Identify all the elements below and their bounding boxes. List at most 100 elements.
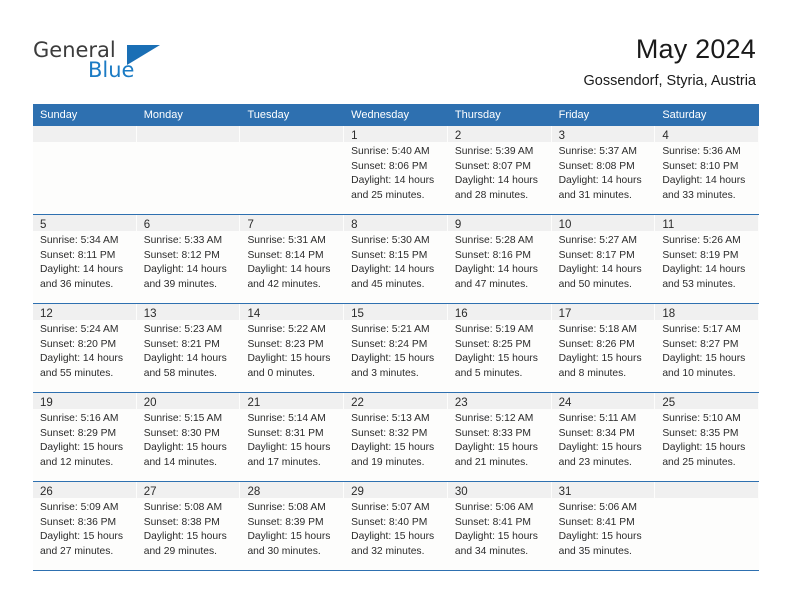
day-info-line: and 10 minutes. xyxy=(662,367,736,379)
day-number-band: 22 xyxy=(344,393,447,409)
day-number: 7 xyxy=(247,219,254,231)
day-cell-20[interactable]: 20 Sunrise: 5:15 AM Sunset: 8:30 PM Dayligh… xyxy=(136,393,241,481)
day-number: 14 xyxy=(247,308,261,320)
day-number: 17 xyxy=(558,308,572,320)
day-info-line: Daylight: 15 hours xyxy=(143,531,227,543)
day-cell-14[interactable]: 14 Sunrise: 5:22 AM Sunset: 8:23 PM Dayligh… xyxy=(240,304,345,392)
day-sun-info: Sunrise: 5:07 AM Sunset: 8:40 PM Daylight:… xyxy=(344,498,447,559)
day-cell-6[interactable]: 6 Sunrise: 5:33 AM Sunset: 8:12 PM Daylight… xyxy=(136,215,241,303)
day-info-line: Daylight: 14 hours xyxy=(454,175,538,187)
day-sun-info: Sunrise: 5:27 AM Sunset: 8:17 PM Daylight:… xyxy=(552,231,655,292)
day-cell-3[interactable]: 3 Sunrise: 5:37 AM Sunset: 8:08 PM Daylight… xyxy=(551,126,656,214)
weekday-header-saturday: Saturday xyxy=(662,109,707,121)
day-cell-15[interactable]: 15 Sunrise: 5:21 AM Sunset: 8:24 PM Dayligh… xyxy=(344,304,448,392)
day-cell-29[interactable]: 29 Sunrise: 5:07 AM Sunset: 8:40 PM Dayligh… xyxy=(344,482,448,570)
day-info-line: Sunrise: 5:06 AM xyxy=(454,502,534,513)
brand-logo[interactable]: General Blue xyxy=(33,38,193,88)
day-info-line: Daylight: 15 hours xyxy=(40,442,123,454)
day-info-line: and 27 minutes. xyxy=(40,545,114,557)
day-cell-11[interactable]: 11 Sunrise: 5:26 AM Sunset: 8:19 PM Dayligh… xyxy=(655,215,760,303)
day-info-line: Sunset: 8:19 PM xyxy=(662,249,739,261)
day-info-line: Sunset: 8:31 PM xyxy=(247,427,324,439)
day-info-line: Daylight: 15 hours xyxy=(247,442,331,454)
day-sun-info: Sunrise: 5:36 AM Sunset: 8:10 PM Daylight:… xyxy=(655,142,758,203)
day-cell-5[interactable]: 5 Sunrise: 5:34 AM Sunset: 8:11 PM Daylight… xyxy=(33,215,137,303)
day-cell-22[interactable]: 22 Sunrise: 5:13 AM Sunset: 8:32 PM Dayligh… xyxy=(344,393,448,481)
day-info-line: Sunrise: 5:26 AM xyxy=(662,235,741,246)
day-info-line: Sunset: 8:10 PM xyxy=(662,160,739,172)
day-info-line: and 17 minutes. xyxy=(247,456,321,468)
day-cell-27[interactable]: 27 Sunrise: 5:08 AM Sunset: 8:38 PM Dayligh… xyxy=(136,482,241,570)
calendar-page: General Blue May 2024 Gossendorf, Styria… xyxy=(0,0,792,612)
day-info-line: and 0 minutes. xyxy=(247,367,315,379)
day-info-line: and 28 minutes. xyxy=(454,189,529,201)
day-cell-17[interactable]: 17 Sunrise: 5:18 AM Sunset: 8:26 PM Dayligh… xyxy=(551,304,656,392)
day-info-line: Sunset: 8:30 PM xyxy=(143,427,220,439)
day-cell-16[interactable]: 16 Sunrise: 5:19 AM Sunset: 8:25 PM Dayligh… xyxy=(447,304,552,392)
day-info-line: and 14 minutes. xyxy=(143,456,217,468)
day-number-band: 20 xyxy=(136,393,240,409)
day-info-line: and 50 minutes. xyxy=(558,278,632,290)
day-cell-19[interactable]: 19 Sunrise: 5:16 AM Sunset: 8:29 PM Dayligh… xyxy=(33,393,137,481)
day-cell-2[interactable]: 2 Sunrise: 5:39 AM Sunset: 8:07 PM Daylight… xyxy=(447,126,552,214)
page-title: May 2024 xyxy=(635,34,756,64)
day-info-line: Daylight: 15 hours xyxy=(247,353,331,365)
day-info-line: Sunrise: 5:09 AM xyxy=(40,502,119,513)
day-cell-24[interactable]: 24 Sunrise: 5:11 AM Sunset: 8:34 PM Dayligh… xyxy=(551,393,656,481)
day-sun-info: Sunrise: 5:39 AM Sunset: 8:07 PM Daylight:… xyxy=(448,142,551,203)
day-info-line: Daylight: 15 hours xyxy=(247,531,331,543)
day-number: 5 xyxy=(40,219,47,231)
day-cell-10[interactable]: 10 Sunrise: 5:27 AM Sunset: 8:17 PM Dayligh… xyxy=(551,215,656,303)
weekday-header-wednesday: Wednesday xyxy=(351,109,410,121)
day-info-line: Daylight: 14 hours xyxy=(351,264,435,276)
day-number-band: 9 xyxy=(447,215,551,231)
day-info-line: and 53 minutes. xyxy=(662,278,736,290)
day-cell-9[interactable]: 9 Sunrise: 5:28 AM Sunset: 8:16 PM Daylight… xyxy=(447,215,552,303)
day-number-band: 2 xyxy=(447,126,551,142)
day-info-line: Daylight: 15 hours xyxy=(454,531,538,543)
day-cell-26[interactable]: 26 Sunrise: 5:09 AM Sunset: 8:36 PM Dayligh… xyxy=(33,482,137,570)
day-cell-7[interactable]: 7 Sunrise: 5:31 AM Sunset: 8:14 PM Daylight… xyxy=(240,215,345,303)
day-cell-30[interactable]: 30 Sunrise: 5:06 AM Sunset: 8:41 PM Dayligh… xyxy=(447,482,552,570)
day-info-line: Sunrise: 5:08 AM xyxy=(247,502,326,513)
brand-logo-blue-text: Blue xyxy=(88,58,135,82)
day-info-line: Sunrise: 5:17 AM xyxy=(662,324,741,335)
day-number: 23 xyxy=(454,397,468,409)
day-cell-13[interactable]: 13 Sunrise: 5:23 AM Sunset: 8:21 PM Dayligh… xyxy=(136,304,241,392)
day-sun-info: Sunrise: 5:31 AM Sunset: 8:14 PM Daylight:… xyxy=(240,231,343,292)
day-cell-21[interactable]: 21 Sunrise: 5:14 AM Sunset: 8:31 PM Dayligh… xyxy=(240,393,345,481)
day-sun-info: Sunrise: 5:30 AM Sunset: 8:15 PM Daylight:… xyxy=(344,231,447,292)
day-sun-info: Sunrise: 5:15 AM Sunset: 8:30 PM Daylight:… xyxy=(137,409,240,470)
day-number-band: 13 xyxy=(136,304,240,320)
day-cell-empty xyxy=(136,126,241,214)
day-sun-info: Sunrise: 5:33 AM Sunset: 8:12 PM Daylight:… xyxy=(137,231,240,292)
day-cell-8[interactable]: 8 Sunrise: 5:30 AM Sunset: 8:15 PM Daylight… xyxy=(344,215,448,303)
day-info-line: Daylight: 14 hours xyxy=(143,353,227,365)
day-info-line: Sunset: 8:12 PM xyxy=(143,249,220,261)
day-number: 13 xyxy=(143,308,157,320)
day-cell-25[interactable]: 25 Sunrise: 5:10 AM Sunset: 8:35 PM Dayligh… xyxy=(655,393,760,481)
day-cell-18[interactable]: 18 Sunrise: 5:17 AM Sunset: 8:27 PM Dayligh… xyxy=(655,304,760,392)
day-info-line: Sunset: 8:39 PM xyxy=(247,516,324,528)
day-info-line: Sunset: 8:25 PM xyxy=(454,338,532,350)
day-info-line: and 21 minutes. xyxy=(454,456,529,468)
day-number-band: 27 xyxy=(136,482,240,498)
day-sun-info: Sunrise: 5:14 AM Sunset: 8:31 PM Daylight:… xyxy=(240,409,343,470)
day-sun-info: Sunrise: 5:11 AM Sunset: 8:34 PM Daylight:… xyxy=(552,409,655,470)
day-cell-4[interactable]: 4 Sunrise: 5:36 AM Sunset: 8:10 PM Daylight… xyxy=(655,126,760,214)
day-cell-1[interactable]: 1 Sunrise: 5:40 AM Sunset: 8:06 PM Daylight… xyxy=(344,126,448,214)
day-sun-info: Sunrise: 5:23 AM Sunset: 8:21 PM Daylight:… xyxy=(137,320,240,381)
day-number-band xyxy=(136,126,240,142)
day-info-line: Daylight: 15 hours xyxy=(558,531,642,543)
day-sun-info: Sunrise: 5:40 AM Sunset: 8:06 PM Daylight:… xyxy=(344,142,447,203)
day-cell-28[interactable]: 28 Sunrise: 5:08 AM Sunset: 8:39 PM Dayligh… xyxy=(240,482,345,570)
day-sun-info: Sunrise: 5:16 AM Sunset: 8:29 PM Daylight:… xyxy=(33,409,136,470)
day-cell-31[interactable]: 31 Sunrise: 5:06 AM Sunset: 8:41 PM Dayligh… xyxy=(551,482,656,570)
day-number-band: 1 xyxy=(344,126,447,142)
day-info-line: Sunset: 8:33 PM xyxy=(454,427,532,439)
day-cell-23[interactable]: 23 Sunrise: 5:12 AM Sunset: 8:33 PM Dayligh… xyxy=(447,393,552,481)
day-sun-info: Sunrise: 5:18 AM Sunset: 8:26 PM Daylight:… xyxy=(552,320,655,381)
calendar-week-row: 1 Sunrise: 5:40 AM Sunset: 8:06 PM Daylight… xyxy=(33,126,760,215)
day-cell-12[interactable]: 12 Sunrise: 5:24 AM Sunset: 8:20 PM Dayligh… xyxy=(33,304,137,392)
day-info-line: and 58 minutes. xyxy=(143,367,217,379)
